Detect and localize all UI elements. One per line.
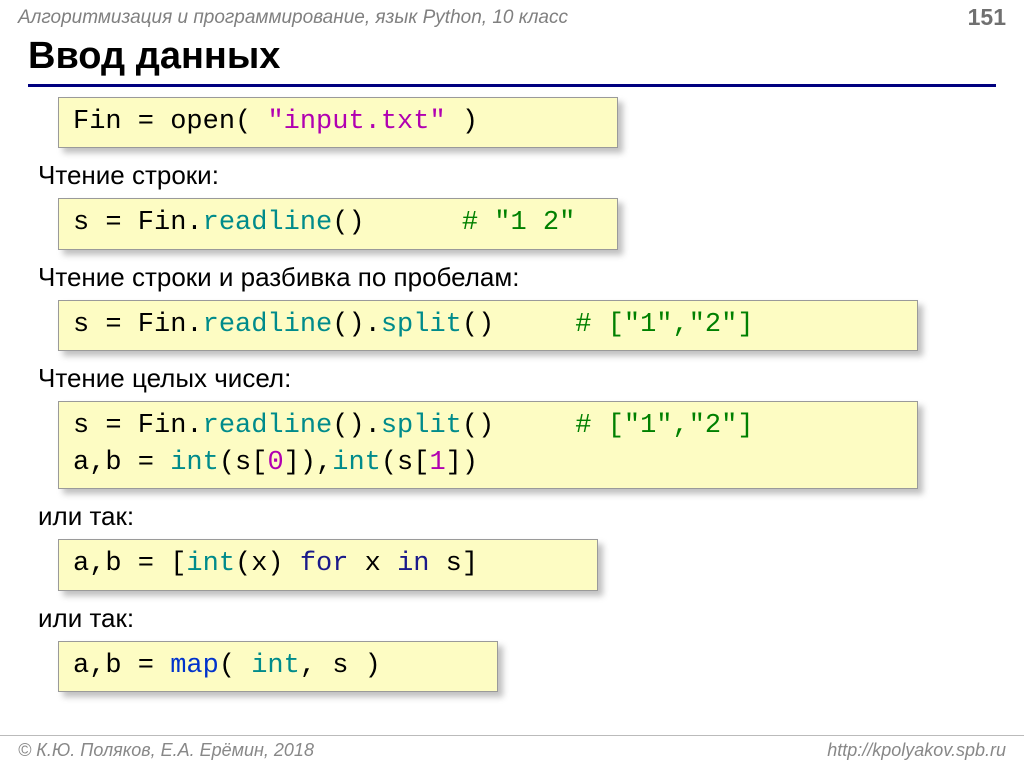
- slide-footer: © К.Ю. Поляков, Е.А. Ерёмин, 2018 http:/…: [0, 735, 1024, 761]
- code-listcomp: a,b = [int(x) for x in s]: [58, 539, 598, 590]
- label-ints: Чтение целых чисел:: [38, 363, 994, 394]
- label-read-line: Чтение строки:: [38, 160, 994, 191]
- slide-header: Алгоритмизация и программирование, язык …: [0, 0, 1024, 33]
- footer-url: http://kpolyakov.spb.ru: [827, 740, 1006, 761]
- slide-title: Ввод данных: [28, 35, 996, 82]
- label-or-2: или так:: [38, 603, 994, 634]
- code-ints: s = Fin.readline().split() # ["1","2"] a…: [58, 401, 918, 489]
- code-readline: s = Fin.readline() # "1 2": [58, 198, 618, 249]
- page-number: 151: [968, 4, 1006, 31]
- code-map: a,b = map( int, s ): [58, 641, 498, 692]
- course-title: Алгоритмизация и программирование, язык …: [18, 7, 568, 29]
- label-or-1: или так:: [38, 501, 994, 532]
- code-open-file: Fin = open( "input.txt" ): [58, 97, 618, 148]
- label-split: Чтение строки и разбивка по пробелам:: [38, 262, 994, 293]
- copyright: © К.Ю. Поляков, Е.А. Ерёмин, 2018: [18, 740, 314, 761]
- slide-content: Fin = open( "input.txt" ) Чтение строки:…: [0, 87, 1024, 698]
- code-split: s = Fin.readline().split() # ["1","2"]: [58, 300, 918, 351]
